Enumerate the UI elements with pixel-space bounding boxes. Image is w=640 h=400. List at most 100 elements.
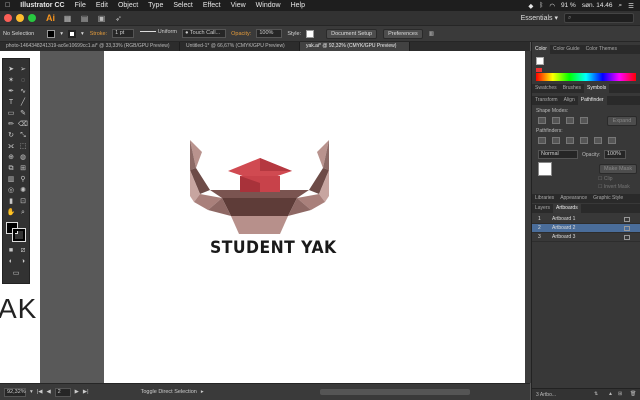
stroke-color-icon[interactable]	[12, 228, 26, 242]
document-setup-button[interactable]: Document Setup	[326, 28, 378, 39]
artboard-options-icon[interactable]	[624, 226, 630, 231]
crop-icon[interactable]	[580, 137, 588, 144]
direct-selection-tool-icon[interactable]: ➢	[18, 65, 28, 74]
artboard-number-field[interactable]: 2	[54, 387, 71, 397]
stroke-label[interactable]: Stroke:	[90, 31, 107, 37]
chevron-right-icon[interactable]: ▸	[201, 389, 204, 395]
width-tool-icon[interactable]: ⟗	[6, 142, 16, 151]
zoom-field[interactable]: 92,32%	[4, 387, 26, 397]
spotlight-icon[interactable]: ⌕	[619, 2, 623, 10]
menu-app-name[interactable]: Illustrator CC	[15, 0, 69, 11]
bluetooth-icon[interactable]: ᛒ	[539, 2, 543, 9]
menu-file[interactable]: File	[70, 0, 91, 11]
wifi-icon[interactable]: ◠	[549, 2, 555, 10]
tab-libraries[interactable]: Libraries	[532, 194, 557, 203]
unite-icon[interactable]	[538, 117, 546, 124]
merge-icon[interactable]	[566, 137, 574, 144]
tab-symbols[interactable]: Symbols	[584, 84, 610, 93]
tab-color[interactable]: Color	[532, 45, 550, 54]
eraser-tool-icon[interactable]: ⌫	[18, 120, 28, 129]
logo-text[interactable]: STUDENT YAK	[210, 238, 337, 258]
chevron-down-icon[interactable]: ▾	[60, 31, 63, 37]
line-tool-icon[interactable]: ╱	[18, 98, 28, 107]
stock-icon[interactable]: ▤	[80, 14, 89, 23]
scale-tool-icon[interactable]: ⤡	[18, 131, 28, 140]
artboard-options-icon[interactable]	[624, 217, 630, 222]
last-artboard-icon[interactable]: ▶|	[83, 389, 89, 395]
zoom-window-icon[interactable]	[28, 14, 36, 22]
tab-color-guide[interactable]: Color Guide	[550, 45, 583, 54]
draw-behind-icon[interactable]: ◑	[18, 257, 28, 266]
transparency-opacity-field[interactable]: 100%	[604, 150, 626, 159]
chevron-down-icon[interactable]: ▾	[81, 31, 84, 37]
notification-icon[interactable]: ☰	[628, 2, 634, 10]
curvature-tool-icon[interactable]: ∿	[18, 87, 28, 96]
divide-icon[interactable]	[538, 137, 546, 144]
close-window-icon[interactable]	[4, 14, 12, 22]
variable-width-profile[interactable]: Uniform	[138, 29, 178, 38]
fill-color-icon[interactable]	[536, 57, 544, 65]
menu-edit[interactable]: Edit	[91, 0, 113, 11]
tab-pathfinder[interactable]: Pathfinder	[577, 96, 607, 105]
stroke-weight-field[interactable]: 1 pt	[112, 29, 135, 38]
tab-yak-document[interactable]: yak.ai* @ 92,32% (CMYK/GPU Preview)	[300, 42, 410, 51]
rearrange-icon[interactable]: ⇅	[594, 391, 598, 397]
menu-type[interactable]: Type	[143, 0, 168, 11]
intersect-icon[interactable]	[566, 117, 574, 124]
tab-color-themes[interactable]: Color Themes	[583, 45, 620, 54]
none-color-icon[interactable]	[536, 68, 542, 72]
rotate-tool-icon[interactable]: ↻	[6, 131, 16, 140]
lasso-tool-icon[interactable]: ◌	[18, 76, 28, 85]
type-tool-icon[interactable]: T	[6, 98, 16, 107]
exclude-icon[interactable]	[580, 117, 588, 124]
make-mask-button[interactable]: Make Mask	[599, 164, 637, 174]
eyedropper-tool-icon[interactable]: ⚲	[18, 175, 28, 184]
clock-text[interactable]: søn. 14.46	[582, 2, 613, 9]
live-paint-tool-icon[interactable]: ◍	[18, 153, 28, 162]
workspace-switcher[interactable]: Essentials ▾	[521, 14, 558, 22]
none-color-icon[interactable]: ⧄	[18, 246, 28, 255]
tab-untitled-document[interactable]: Untitled-1* @ 66,67% (CMYK/GPU Preview)	[180, 42, 300, 51]
blend-tool-icon[interactable]: ◎	[6, 186, 16, 195]
stroke-swatch[interactable]	[67, 29, 76, 38]
tab-swatches[interactable]: Swatches	[532, 84, 560, 93]
preferences-button[interactable]: Preferences	[383, 28, 423, 39]
chevron-down-icon[interactable]: ▾	[30, 389, 33, 395]
menu-object[interactable]: Object	[113, 0, 143, 11]
gpu-performance-icon[interactable]: ➶	[114, 14, 123, 23]
hand-tool-icon[interactable]: ✋	[6, 208, 16, 217]
opacity-field[interactable]: 100%	[256, 29, 283, 38]
invert-mask-checkbox[interactable]: ☐ Invert Mask	[598, 184, 630, 190]
magic-wand-tool-icon[interactable]: ✶	[6, 76, 16, 85]
tab-brushes[interactable]: Brushes	[560, 84, 584, 93]
opacity-label[interactable]: Opacity:	[231, 31, 251, 37]
minimize-window-icon[interactable]	[16, 14, 24, 22]
pencil-tool-icon[interactable]: ✏	[6, 120, 16, 129]
artboard-options-icon[interactable]	[624, 235, 630, 240]
previous-artboard-icon[interactable]: ◀	[46, 389, 50, 395]
menu-help[interactable]: Help	[286, 0, 310, 11]
rectangle-tool-icon[interactable]: ▭	[6, 109, 16, 118]
artboard-tool-icon[interactable]: ⊡	[18, 197, 28, 206]
delete-artboard-icon[interactable]: 🗑	[630, 391, 636, 397]
battery-text[interactable]: 91 %	[561, 2, 576, 9]
shape-builder-tool-icon[interactable]: ⊕	[6, 153, 16, 162]
paintbrush-tool-icon[interactable]: ✎	[18, 109, 28, 118]
selection-tool-icon[interactable]: ➤	[6, 65, 16, 74]
screen-mode-icon[interactable]: ▭	[11, 269, 21, 278]
blend-mode-select[interactable]: Normal	[538, 150, 578, 159]
arrange-documents-icon[interactable]: ▣	[97, 14, 106, 23]
artboard-row-2[interactable]: 2 Artboard 2	[532, 224, 640, 233]
zoom-tool-icon[interactable]: ⌕	[18, 208, 28, 217]
pen-tool-icon[interactable]: ✒	[6, 87, 16, 96]
color-spectrum[interactable]	[536, 73, 636, 81]
tab-artboards[interactable]: Artboards	[553, 204, 581, 213]
new-artboard-icon[interactable]: ⊞	[618, 391, 622, 397]
tab-appearance[interactable]: Appearance	[557, 194, 590, 203]
menu-view[interactable]: View	[226, 0, 251, 11]
graph-tool-icon[interactable]: ▮	[6, 197, 16, 206]
outline-icon[interactable]	[594, 137, 602, 144]
artboard-row-3[interactable]: 3 Artboard 3	[532, 233, 640, 242]
search-stock-input[interactable]: ⌕	[564, 13, 634, 23]
clip-checkbox[interactable]: ☐ Clip	[598, 176, 613, 182]
